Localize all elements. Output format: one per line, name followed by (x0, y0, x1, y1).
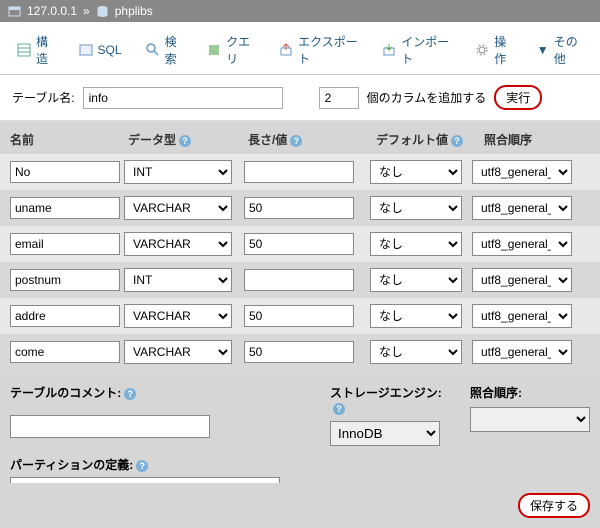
tab-label: SQL (98, 43, 122, 57)
col-default-select[interactable]: なし (370, 304, 462, 328)
tab-bar: 構造 SQL 検索 クエリ エクスポート インポート 操作 ▼ その他 (0, 22, 600, 75)
tab-label: 構造 (36, 33, 55, 67)
column-row: VARCHAR なし utf8_general_ci (0, 334, 600, 370)
header-type: データ型? (128, 131, 248, 148)
tab-more[interactable]: ▼ その他 (526, 26, 594, 74)
partition-label: パーティションの定義:? (10, 458, 148, 472)
tablename-input[interactable] (83, 87, 283, 109)
breadcrumb-server[interactable]: 127.0.0.1 (27, 4, 77, 18)
execute-button[interactable]: 実行 (494, 85, 542, 110)
addcols-input[interactable] (319, 87, 359, 109)
engine-label: ストレージエンジン:? (330, 384, 450, 415)
table-collation-select[interactable] (470, 407, 590, 432)
breadcrumb-db[interactable]: phplibs (115, 4, 153, 18)
col-collation-select[interactable]: utf8_general_ci (472, 232, 572, 256)
comment-input[interactable] (10, 415, 210, 438)
db-icon (96, 4, 109, 18)
column-row: VARCHAR なし utf8_general_ci (0, 298, 600, 334)
help-icon[interactable]: ? (124, 388, 136, 400)
col-name-input[interactable] (10, 197, 120, 219)
column-row: VARCHAR なし utf8_general_ci (0, 190, 600, 226)
col-default-select[interactable]: なし (370, 268, 462, 292)
col-length-input[interactable] (244, 161, 354, 183)
comment-label: テーブルのコメント:? (10, 384, 310, 401)
header-default: デフォルト値? (376, 131, 484, 148)
server-icon (8, 4, 21, 18)
col-collation-select[interactable]: utf8_general_ci (472, 304, 572, 328)
export-icon (279, 43, 293, 57)
query-icon (207, 43, 221, 57)
col-type-select[interactable]: VARCHAR (124, 304, 232, 328)
table-collation-label: 照合順序: (470, 384, 590, 401)
col-name-input[interactable] (10, 305, 120, 327)
import-icon (382, 43, 396, 57)
col-name-input[interactable] (10, 161, 120, 183)
tab-sql[interactable]: SQL (68, 26, 133, 74)
col-length-input[interactable] (244, 269, 354, 291)
help-icon[interactable]: ? (179, 135, 191, 147)
col-length-input[interactable] (244, 305, 354, 327)
tab-import[interactable]: インポート (371, 26, 462, 74)
header-length: 長さ/値? (248, 131, 376, 148)
col-type-select[interactable]: INT (124, 268, 232, 292)
header-collation: 照合順序 (484, 131, 590, 148)
tab-label: その他 (554, 33, 583, 67)
col-default-select[interactable]: なし (370, 340, 462, 364)
addcols-label: 個のカラムを追加する (367, 89, 487, 106)
sql-icon (79, 43, 93, 57)
help-icon[interactable]: ? (290, 135, 302, 147)
footer: 保存する (0, 483, 600, 528)
help-icon[interactable]: ? (451, 135, 463, 147)
col-name-input[interactable] (10, 341, 120, 363)
col-type-select[interactable]: VARCHAR (124, 196, 232, 220)
help-icon[interactable]: ? (136, 460, 148, 472)
col-default-select[interactable]: なし (370, 160, 462, 184)
col-collation-select[interactable]: utf8_general_ci (472, 160, 572, 184)
search-icon (146, 43, 160, 57)
col-length-input[interactable] (244, 197, 354, 219)
structure-icon (17, 43, 31, 57)
chevron-down-icon: ▼ (537, 43, 549, 57)
col-length-input[interactable] (244, 233, 354, 255)
col-default-select[interactable]: なし (370, 196, 462, 220)
tab-query[interactable]: クエリ (196, 26, 266, 74)
header-name: 名前 (10, 131, 128, 148)
col-type-select[interactable]: VARCHAR (124, 340, 232, 364)
tab-label: クエリ (226, 33, 255, 67)
tablename-label: テーブル名: (12, 89, 75, 106)
breadcrumb: 127.0.0.1 » phplibs (0, 0, 600, 22)
tab-search[interactable]: 検索 (135, 26, 195, 74)
col-collation-select[interactable]: utf8_general_ci (472, 340, 572, 364)
help-icon[interactable]: ? (333, 403, 345, 415)
column-row: INT なし utf8_general_ci (0, 154, 600, 190)
tab-structure[interactable]: 構造 (6, 26, 66, 74)
col-collation-select[interactable]: utf8_general_ci (472, 196, 572, 220)
col-name-input[interactable] (10, 233, 120, 255)
tab-operations[interactable]: 操作 (464, 26, 524, 74)
tab-label: 検索 (165, 33, 184, 67)
columns-grid: 名前 データ型? 長さ/値? デフォルト値? 照合順序 INT なし utf8_ge… (0, 121, 600, 370)
column-row: VARCHAR なし utf8_general_ci (0, 226, 600, 262)
save-button[interactable]: 保存する (518, 493, 590, 518)
tab-label: インポート (401, 33, 451, 67)
table-name-form: テーブル名: 個のカラムを追加する 実行 (0, 75, 600, 121)
col-type-select[interactable]: VARCHAR (124, 232, 232, 256)
tab-label: エクスポート (298, 33, 358, 67)
col-default-select[interactable]: なし (370, 232, 462, 256)
col-length-input[interactable] (244, 341, 354, 363)
engine-select[interactable]: InnoDB (330, 421, 440, 446)
tab-export[interactable]: エクスポート (268, 26, 369, 74)
table-options: テーブルのコメント:? ストレージエンジン:? InnoDB 照合順序: (0, 370, 600, 450)
breadcrumb-sep: » (83, 4, 90, 18)
col-type-select[interactable]: INT (124, 160, 232, 184)
col-name-input[interactable] (10, 269, 120, 291)
column-row: INT なし utf8_general_ci (0, 262, 600, 298)
gear-icon (475, 43, 489, 57)
tab-label: 操作 (494, 33, 513, 67)
col-collation-select[interactable]: utf8_general_ci (472, 268, 572, 292)
grid-header: 名前 データ型? 長さ/値? デフォルト値? 照合順序 (0, 129, 600, 154)
